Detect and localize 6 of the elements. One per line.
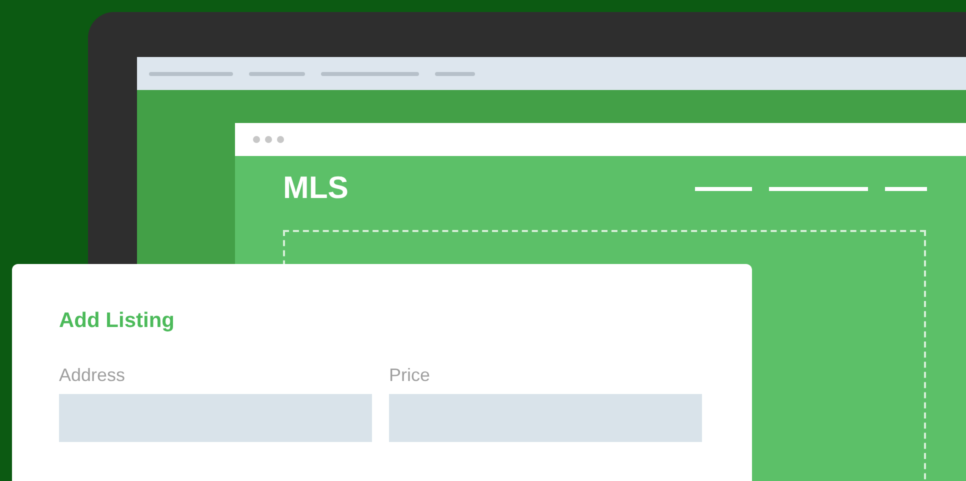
input-field[interactable] — [389, 394, 702, 442]
input-field[interactable] — [59, 394, 372, 442]
form-title: Add Listing — [59, 308, 176, 334]
brand-logo: MLS — [283, 172, 348, 203]
field-label: Address — [59, 364, 126, 386]
field-label: Price — [389, 364, 432, 386]
